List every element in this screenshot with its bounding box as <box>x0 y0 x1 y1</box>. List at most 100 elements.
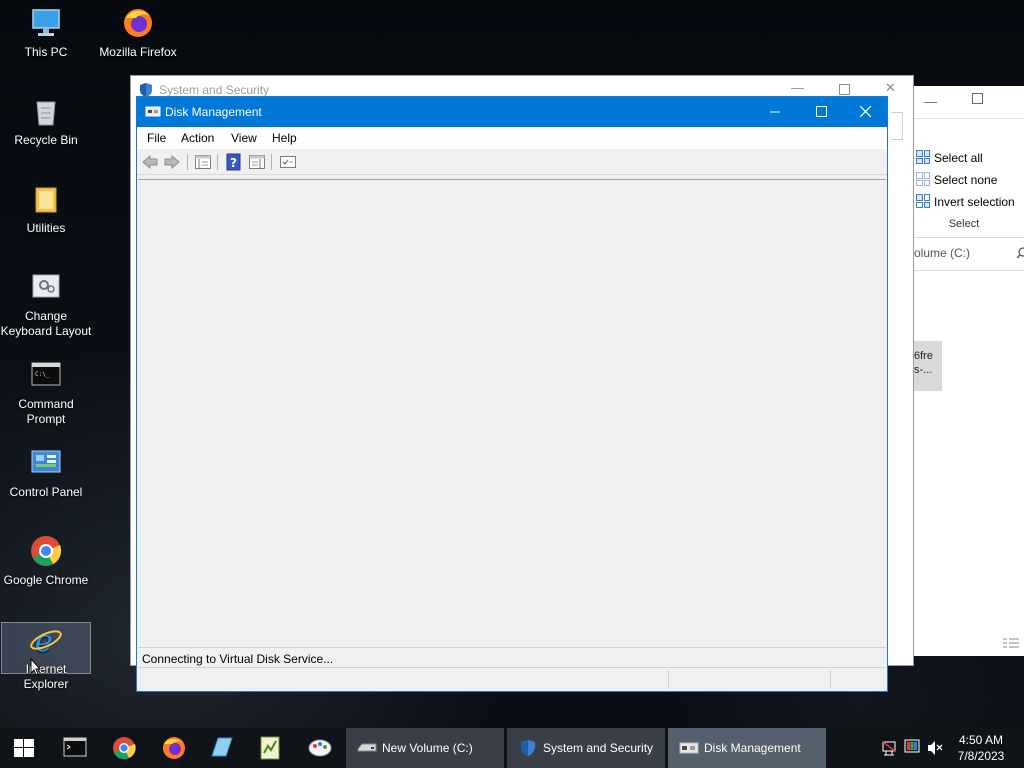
desktop-icon-firefox[interactable]: Mozilla Firefox <box>92 6 184 60</box>
taskbar-chrome[interactable] <box>100 728 148 768</box>
clock-date: 7/8/2023 <box>957 749 1005 763</box>
disk-management-window[interactable]: Disk Management File Action View Help ? … <box>136 96 888 692</box>
menu-help[interactable]: Help <box>272 131 297 145</box>
desktop-icon-internet-explorer[interactable]: e Internet Explorer <box>1 622 91 691</box>
display-color-icon[interactable] <box>903 728 921 768</box>
select-none-icon <box>916 172 930 186</box>
status-bar: Connecting to Virtual Disk Service... <box>138 647 886 668</box>
file-explorer-window[interactable]: — Select all Select none Invert selectio… <box>902 86 1024 656</box>
drive-icon <box>356 739 378 757</box>
maximize-icon <box>816 106 827 120</box>
show-hide-action-pane-icon[interactable] <box>248 153 266 171</box>
chrome-icon <box>113 737 136 760</box>
minimize-button[interactable] <box>753 97 799 127</box>
taskbar-button-new-volume[interactable]: New Volume (C:) <box>346 728 504 768</box>
taskbar-notepad-app[interactable] <box>198 728 246 768</box>
svg-text:e: e <box>35 624 53 657</box>
recycle-bin-label: Recycle Bin <box>14 133 78 147</box>
window-title: Disk Management <box>165 105 262 119</box>
properties-icon[interactable] <box>279 153 297 171</box>
desktop-icon-this-pc[interactable]: This PC <box>0 6 92 60</box>
select-all-icon <box>916 150 930 164</box>
folder-icon <box>29 182 63 216</box>
menu-bar: File Action View Help <box>137 127 887 149</box>
minimize-icon[interactable]: — <box>924 94 937 109</box>
change-keyboard-layout-label: Change Keyboard Layout <box>0 309 92 338</box>
taskbar-firefox[interactable] <box>150 728 198 768</box>
mouse-cursor-icon <box>30 657 42 676</box>
select-all-button[interactable]: Select all <box>914 148 1024 168</box>
menu-file[interactable]: File <box>147 131 166 145</box>
select-none-button[interactable]: Select none <box>914 170 1024 190</box>
forward-icon[interactable] <box>163 153 181 171</box>
firefox-label: Mozilla Firefox <box>99 45 177 59</box>
internet-explorer-icon: e <box>29 623 63 659</box>
utilities-label: Utilities <box>26 221 66 235</box>
search-icon[interactable] <box>1016 247 1024 259</box>
menu-action[interactable]: Action <box>181 131 214 145</box>
disk-management-icon <box>678 739 700 757</box>
close-icon[interactable]: ✕ <box>885 80 896 96</box>
this-pc-label: This PC <box>24 45 68 59</box>
taskbar-button-system-and-security[interactable]: System and Security <box>507 728 665 768</box>
internet-explorer-label: Internet Explorer <box>23 662 69 691</box>
invert-selection-icon <box>916 194 930 208</box>
disk-management-icon <box>145 105 161 118</box>
title-bar[interactable]: Disk Management <box>137 97 887 127</box>
details-view-icon[interactable] <box>1002 636 1020 650</box>
taskbar: New Volume (C:) System and Security Disk… <box>0 728 1024 768</box>
taskbar-paint-app[interactable] <box>296 728 344 768</box>
paint-icon <box>308 739 332 757</box>
firefox-icon <box>163 737 185 759</box>
shield-icon <box>517 739 539 757</box>
desktop: This PC Mozilla Firefox Recycle Bin Util… <box>0 0 1024 728</box>
clock[interactable]: 4:50 AM 7/8/2023 <box>944 732 1018 764</box>
svg-text:C:\_: C:\_ <box>35 371 50 378</box>
keyboard-settings-icon <box>29 270 63 304</box>
volume-muted-icon[interactable] <box>926 728 944 768</box>
toolbar: ? <box>137 149 887 175</box>
network-icon[interactable] <box>880 728 898 768</box>
desktop-icon-google-chrome[interactable]: Google Chrome <box>0 534 92 588</box>
file-item[interactable]: 6fre s-... <box>914 341 942 391</box>
control-panel-icon <box>29 446 63 480</box>
taskbar-button-disk-management[interactable]: Disk Management <box>668 728 826 768</box>
svg-text:?: ? <box>230 156 237 170</box>
minimize-icon[interactable]: — <box>791 80 804 95</box>
clock-time: 4:50 AM <box>958 733 1004 747</box>
menu-view[interactable]: View <box>231 131 257 145</box>
taskbar-spreadsheet-app[interactable] <box>246 728 294 768</box>
show-hide-console-tree-icon[interactable] <box>194 153 212 171</box>
this-pc-icon <box>29 6 63 40</box>
address-bar-fragment[interactable]: olume (C:) <box>914 246 970 260</box>
maximize-button[interactable] <box>799 97 845 127</box>
status-text: Connecting to Virtual Disk Service... <box>142 652 334 666</box>
chrome-icon <box>29 534 63 568</box>
spreadsheet-icon <box>260 736 280 760</box>
desktop-icon-command-prompt[interactable]: C:\_ Command Prompt <box>0 358 92 428</box>
control-panel-label: Control Panel <box>9 485 83 499</box>
minimize-icon <box>770 106 781 120</box>
content-pane <box>138 179 886 665</box>
taskbar-command-prompt[interactable] <box>50 728 98 768</box>
ribbon-group-label: Select <box>948 218 980 230</box>
command-prompt-label: Command Prompt <box>18 397 74 426</box>
firefox-icon <box>121 6 155 40</box>
maximize-icon[interactable] <box>972 92 983 107</box>
status-bar-lower <box>138 668 886 691</box>
desktop-icon-recycle-bin[interactable]: Recycle Bin <box>0 94 92 148</box>
desktop-icon-control-panel[interactable]: Control Panel <box>0 446 92 500</box>
desktop-icon-change-keyboard-layout[interactable]: Change Keyboard Layout <box>0 270 92 340</box>
command-prompt-icon <box>63 737 87 757</box>
chrome-label: Google Chrome <box>3 573 89 587</box>
start-button[interactable] <box>0 728 48 768</box>
recycle-bin-icon <box>29 94 63 128</box>
help-icon[interactable]: ? <box>225 153 243 171</box>
system-and-security-title: System and Security <box>159 83 270 97</box>
close-button[interactable] <box>843 97 889 127</box>
notepad-icon <box>211 737 233 757</box>
close-icon <box>859 105 872 120</box>
desktop-icon-utilities[interactable]: Utilities <box>0 182 92 236</box>
back-icon[interactable] <box>141 153 159 171</box>
invert-selection-button[interactable]: Invert selection <box>914 192 1024 212</box>
